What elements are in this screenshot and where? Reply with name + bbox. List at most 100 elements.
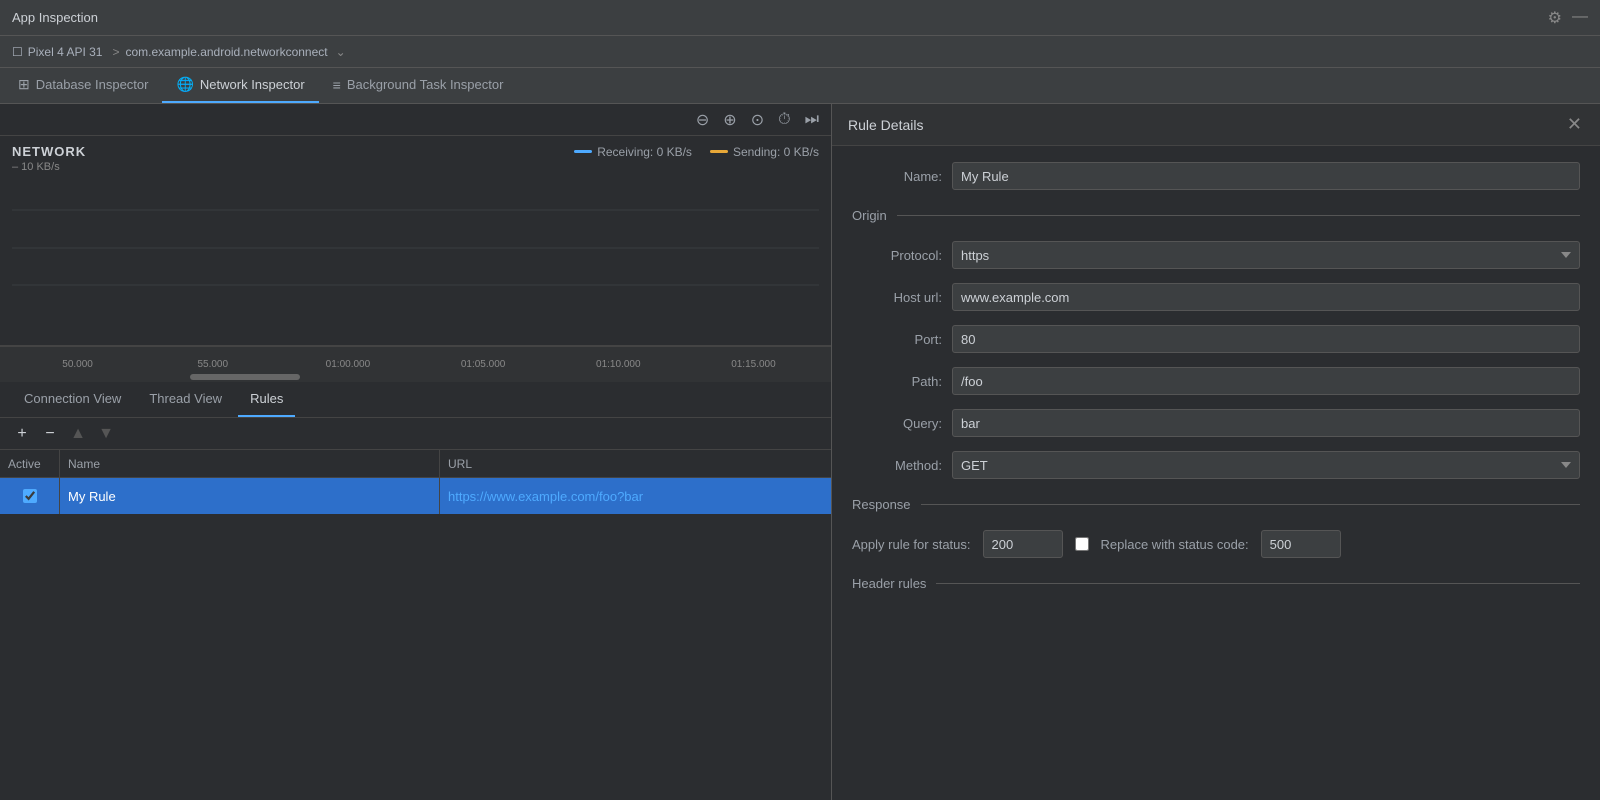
reset-zoom-button[interactable]: ⊙: [747, 108, 768, 132]
rule-details-header: Rule Details ✕: [832, 104, 1600, 146]
left-panel: ⊖ ⊕ ⊙ ⏱ ⏭ NETWORK Receiving: 0 KB/s Send…: [0, 104, 832, 800]
query-label: Query:: [852, 416, 942, 431]
device-icon: ☐: [12, 45, 23, 59]
rule-active-cell: [0, 478, 60, 514]
network-area: NETWORK Receiving: 0 KB/s Sending: 0 KB/…: [0, 136, 831, 346]
rule-name-cell: My Rule: [60, 478, 440, 514]
remove-rule-button[interactable]: −: [38, 422, 62, 446]
method-label: Method:: [852, 458, 942, 473]
sub-tab-thread[interactable]: Thread View: [137, 382, 234, 417]
path-input[interactable]: [952, 367, 1580, 395]
replace-with-label: Replace with status code:: [1101, 537, 1249, 552]
header-name: Name: [60, 450, 440, 477]
tick-4: 01:10.000: [551, 359, 686, 370]
tab-network[interactable]: 🌐 Network Inspector: [162, 68, 318, 103]
sending-legend: Sending: 0 KB/s: [710, 145, 819, 159]
origin-line: [897, 215, 1580, 216]
app-name: com.example.android.networkconnect: [126, 45, 328, 59]
table-row[interactable]: My Rule https://www.example.com/foo?bar: [0, 478, 831, 514]
app-title: App Inspection: [12, 10, 98, 25]
network-icon: 🌐: [176, 76, 193, 93]
protocol-select[interactable]: https http any: [952, 241, 1580, 269]
apply-rule-input[interactable]: [983, 530, 1063, 558]
rule-details-title: Rule Details: [848, 117, 923, 133]
tab-background[interactable]: ≡ Background Task Inspector: [319, 68, 518, 103]
separator: >: [112, 45, 119, 59]
header-active: Active: [0, 450, 60, 477]
header-rules-section: Header rules: [852, 576, 1580, 591]
response-row: Apply rule for status: Replace with stat…: [852, 530, 1580, 558]
sub-tab-connection[interactable]: Connection View: [12, 382, 133, 417]
port-field-row: Port:: [852, 325, 1580, 353]
skip-button[interactable]: ⏭: [801, 109, 823, 131]
timeline-bar: 50.000 55.000 01:00.000 01:05.000 01:10.…: [0, 346, 831, 382]
chart-toolbar: ⊖ ⊕ ⊙ ⏱ ⏭: [0, 104, 831, 136]
background-icon: ≡: [333, 77, 341, 93]
sub-tab-rules[interactable]: Rules: [238, 382, 295, 417]
tab-background-label: Background Task Inspector: [347, 77, 504, 92]
timeline-scrollbar[interactable]: [190, 374, 300, 380]
settings-icon[interactable]: ⚙: [1548, 8, 1562, 28]
rules-table: Active Name URL My Rule https://www.exam…: [0, 450, 831, 800]
protocol-label: Protocol:: [852, 248, 942, 263]
title-bar: App Inspection ⚙ —: [0, 0, 1600, 36]
rule-url-cell: https://www.example.com/foo?bar: [440, 478, 831, 514]
rule-url-text: https://www.example.com/foo?bar: [448, 489, 643, 504]
replace-status-checkbox[interactable]: [1075, 537, 1089, 551]
host-url-input[interactable]: [952, 283, 1580, 311]
title-bar-left: App Inspection: [12, 10, 98, 25]
close-rule-details-button[interactable]: ✕: [1565, 114, 1584, 135]
rule-details-body: Name: Origin Protocol: https http any Ho…: [832, 146, 1600, 611]
connection-view-label: Connection View: [24, 391, 121, 406]
main-area: ⊖ ⊕ ⊙ ⏱ ⏭ NETWORK Receiving: 0 KB/s Send…: [0, 104, 1600, 800]
query-field-row: Query:: [852, 409, 1580, 437]
rule-active-checkbox[interactable]: [23, 489, 37, 503]
rules-label: Rules: [250, 391, 283, 406]
method-select[interactable]: GET POST PUT DELETE ANY: [952, 451, 1580, 479]
tab-database-label: Database Inspector: [36, 77, 149, 92]
header-rules-line: [936, 583, 1580, 584]
receiving-dot: [574, 150, 592, 153]
tick-5: 01:15.000: [686, 359, 821, 370]
response-label: Response: [852, 497, 911, 512]
response-section: Response: [852, 497, 1580, 512]
query-input[interactable]: [952, 409, 1580, 437]
device-name: Pixel 4 API 31: [28, 45, 103, 59]
tab-network-label: Network Inspector: [200, 77, 305, 92]
chart-canvas: [12, 173, 819, 323]
minimize-icon[interactable]: —: [1572, 8, 1588, 28]
protocol-field-row: Protocol: https http any: [852, 241, 1580, 269]
port-input[interactable]: [952, 325, 1580, 353]
network-legend: Receiving: 0 KB/s Sending: 0 KB/s: [574, 145, 819, 159]
thread-view-label: Thread View: [149, 391, 222, 406]
name-label: Name:: [852, 169, 942, 184]
dropdown-icon[interactable]: ⌄: [336, 45, 346, 59]
rules-toolbar: + − ▲ ▼: [0, 418, 831, 450]
network-title: NETWORK: [12, 144, 86, 159]
network-scale: – 10 KB/s: [12, 161, 819, 173]
receiving-label: Receiving: 0 KB/s: [597, 145, 692, 159]
database-icon: ⊞: [18, 76, 30, 93]
tick-2: 01:00.000: [280, 359, 415, 370]
zoom-in-button[interactable]: ⊕: [719, 108, 740, 132]
apply-rule-label: Apply rule for status:: [852, 537, 971, 552]
timeline-inner: 50.000 55.000 01:00.000 01:05.000 01:10.…: [0, 359, 831, 370]
rule-name-text: My Rule: [68, 489, 116, 504]
origin-label: Origin: [852, 208, 887, 223]
time-button[interactable]: ⏱: [774, 109, 794, 131]
main-tabs: ⊞ Database Inspector 🌐 Network Inspector…: [0, 68, 1600, 104]
replace-with-input[interactable]: [1261, 530, 1341, 558]
tab-database[interactable]: ⊞ Database Inspector: [4, 68, 162, 103]
name-input[interactable]: [952, 162, 1580, 190]
zoom-out-button[interactable]: ⊖: [692, 108, 713, 132]
move-down-button[interactable]: ▼: [94, 422, 118, 446]
move-up-button[interactable]: ▲: [66, 422, 90, 446]
port-label: Port:: [852, 332, 942, 347]
sub-tabs: Connection View Thread View Rules: [0, 382, 831, 418]
sending-label: Sending: 0 KB/s: [733, 145, 819, 159]
add-rule-button[interactable]: +: [10, 422, 34, 446]
header-url: URL: [440, 450, 831, 477]
receiving-legend: Receiving: 0 KB/s: [574, 145, 692, 159]
header-rules-label: Header rules: [852, 576, 926, 591]
table-header: Active Name URL: [0, 450, 831, 478]
